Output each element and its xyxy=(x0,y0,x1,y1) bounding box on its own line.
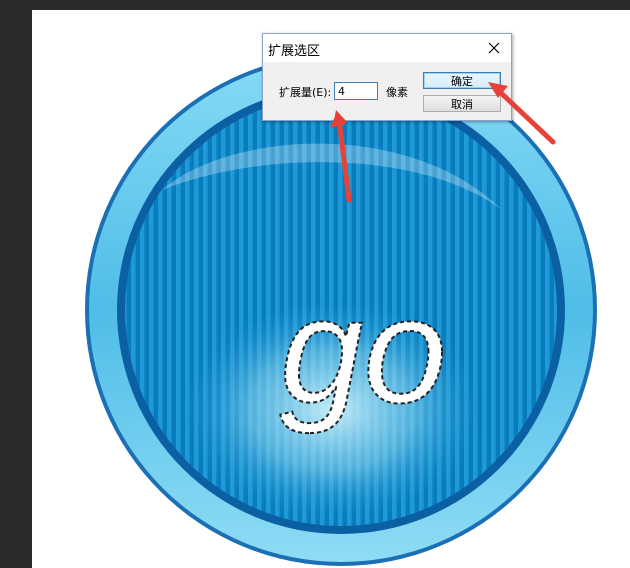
expand-selection-dialog: 扩展选区 扩展量(E): 像素 确定 取消 xyxy=(262,33,512,121)
dialog-titlebar[interactable]: 扩展选区 xyxy=(263,34,511,62)
photoshop-workspace: go 扩展选区 扩展量(E): 像素 确定 取消 xyxy=(0,0,630,568)
expand-amount-label: 扩展量(E): xyxy=(279,86,332,99)
cancel-button[interactable]: 取消 xyxy=(423,95,501,112)
ok-button[interactable]: 确定 xyxy=(423,72,501,89)
close-icon xyxy=(488,42,500,54)
dialog-title: 扩展选区 xyxy=(268,44,321,59)
unit-label: 像素 xyxy=(386,86,408,99)
close-button[interactable] xyxy=(477,34,511,62)
go-text-selection: go xyxy=(279,265,448,435)
dialog-body: 扩展量(E): 像素 确定 取消 xyxy=(263,62,511,120)
expand-amount-input[interactable] xyxy=(334,82,378,100)
svg-text:go: go xyxy=(280,266,447,434)
